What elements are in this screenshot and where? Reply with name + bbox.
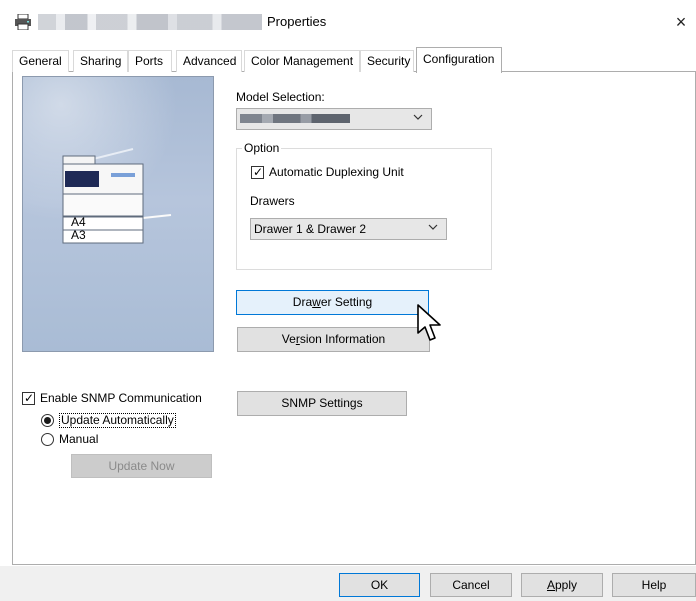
- printer-icon: [14, 13, 32, 31]
- checkmark-icon: ✓: [24, 391, 35, 405]
- drawers-value: Drawer 1 & Drawer 2: [254, 222, 367, 236]
- tray-label: A3: [71, 228, 86, 242]
- tab-security[interactable]: Security: [360, 50, 414, 72]
- radio-dot: [44, 417, 51, 424]
- tab-general[interactable]: General: [12, 50, 69, 72]
- chevron-down-icon: [428, 224, 438, 230]
- model-selection-label: Model Selection:: [236, 90, 325, 104]
- help-button[interactable]: Help: [612, 573, 696, 597]
- blurred-model-value: [240, 114, 350, 123]
- apply-button[interactable]: Apply: [521, 573, 603, 597]
- blurred-printer-name: [38, 14, 262, 30]
- ok-button[interactable]: OK: [339, 573, 420, 597]
- tab-color-management[interactable]: Color Management: [244, 50, 360, 72]
- drawers-dropdown[interactable]: Drawer 1 & Drawer 2: [250, 218, 447, 240]
- drawer-setting-button[interactable]: Drawer Setting: [236, 290, 429, 315]
- enable-snmp-checkbox[interactable]: ✓: [22, 392, 35, 405]
- manual-radio[interactable]: [41, 433, 54, 446]
- cancel-button[interactable]: Cancel: [430, 573, 512, 597]
- printer-preview: A4 A3: [22, 76, 214, 352]
- option-legend: Option: [242, 141, 282, 155]
- drawers-label: Drawers: [250, 194, 295, 208]
- tab-ports[interactable]: Ports: [128, 50, 172, 72]
- update-now-button: Update Now: [71, 454, 212, 478]
- tab-advanced[interactable]: Advanced: [176, 50, 242, 72]
- window-title: Properties: [267, 14, 327, 29]
- mouse-cursor-icon: [416, 303, 446, 345]
- manual-label[interactable]: Manual: [59, 432, 98, 446]
- automatic-duplexing-checkbox[interactable]: ✓: [251, 166, 264, 179]
- automatic-duplexing-label[interactable]: Automatic Duplexing Unit: [269, 165, 404, 179]
- version-information-button[interactable]: Version Information: [237, 327, 430, 352]
- enable-snmp-label[interactable]: Enable SNMP Communication: [40, 391, 202, 405]
- tab-configuration[interactable]: Configuration: [416, 47, 502, 73]
- snmp-settings-button[interactable]: SNMP Settings: [237, 391, 407, 416]
- tab-sharing[interactable]: Sharing: [73, 50, 128, 72]
- update-automatically-label[interactable]: Update Automatically: [59, 413, 176, 428]
- close-icon[interactable]: ×: [668, 9, 694, 35]
- chevron-down-icon: [413, 114, 423, 120]
- update-automatically-radio[interactable]: [41, 414, 54, 427]
- checkmark-icon: ✓: [253, 165, 264, 179]
